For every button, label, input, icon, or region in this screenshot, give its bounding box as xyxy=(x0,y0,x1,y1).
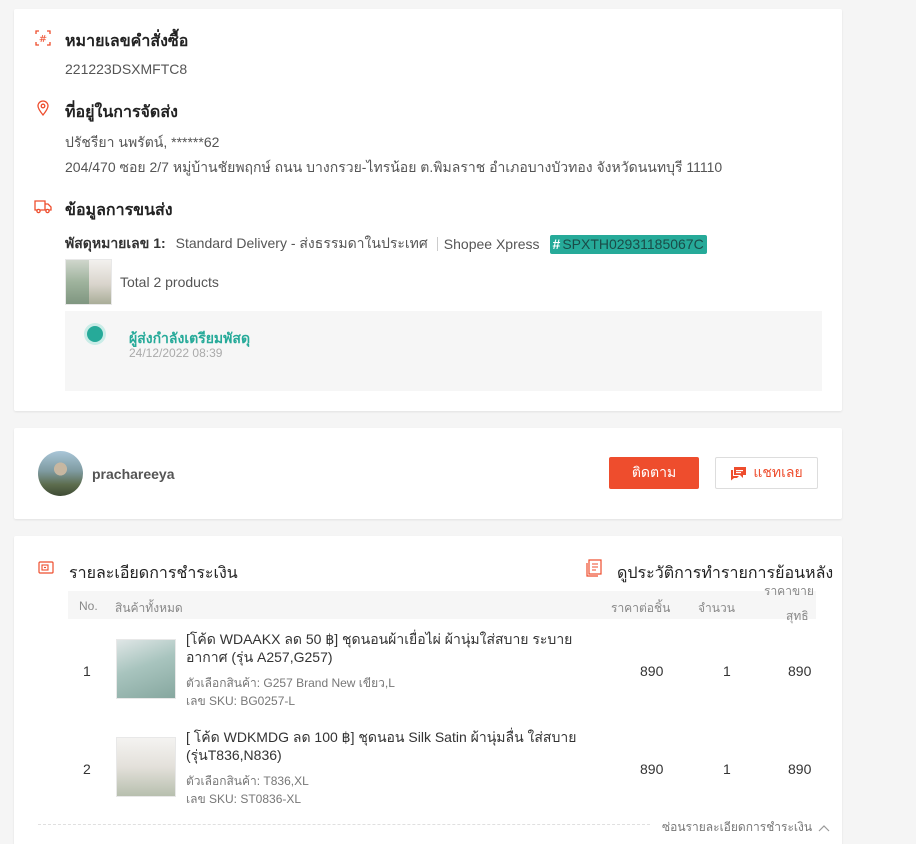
follow-button[interactable]: ติดตาม xyxy=(609,457,699,489)
product-option: ตัวเลือกสินค้า: T836,XL xyxy=(186,774,309,788)
quantity: 1 xyxy=(723,663,731,679)
truck-icon xyxy=(34,200,52,214)
recipient-name: ปรัชรียา นพรัตน์, ******62 xyxy=(65,134,220,150)
order-number-title: หมายเลขคำสั่งซื้อ xyxy=(65,33,189,50)
address-text: 204/470 ซอย 2/7 หมู่บ้านชัยพฤกษ์ ถนน บาง… xyxy=(65,159,723,175)
svg-text:#: # xyxy=(39,34,47,45)
tracking-code: SPXTH02931185067C xyxy=(562,236,704,252)
product-sku: เลข SKU: ST0836-XL xyxy=(186,792,302,806)
parcel-line: พัสดุหมายเลข 1: Standard Delivery - ส่งธ… xyxy=(65,233,707,255)
hash-icon: # xyxy=(35,30,51,46)
product-thumbnails[interactable] xyxy=(65,259,112,305)
divider xyxy=(38,824,650,825)
unit-price: 890 xyxy=(640,663,664,679)
parcel-service: Standard Delivery - ส่งธรรมดาในประเทศ xyxy=(175,235,428,251)
receipt-icon xyxy=(38,561,54,574)
chat-button-label: แชทเลย xyxy=(753,464,803,480)
status-dot-icon xyxy=(87,326,103,342)
net-price: 890 xyxy=(788,663,812,679)
seller-avatar[interactable] xyxy=(38,451,83,496)
tracking-number-badge[interactable]: # SPXTH02931185067C xyxy=(549,234,707,254)
status-timestamp: 24/12/2022 08:39 xyxy=(129,346,223,360)
table-header: No. สินค้าทั้งหมด ราคาต่อชิ้น จำนวน ราคา… xyxy=(68,584,816,623)
row-number: 1 xyxy=(83,663,91,679)
table-row: 2 [ โค้ด WDKMDG ลด 100 ฿] ชุดนอน Silk Sa… xyxy=(68,728,816,818)
row-number: 2 xyxy=(83,761,91,777)
product-name[interactable]: [โค้ด WDAAKX ลด 50 ฿] ชุดนอนผ้าเยื่อไผ่ … xyxy=(186,630,586,666)
product-image[interactable] xyxy=(116,737,176,797)
shipping-info-title: ข้อมูลการขนส่ง xyxy=(65,202,173,219)
shipping-address-title: ที่อยู่ในการจัดส่ง xyxy=(65,104,178,121)
unit-price: 890 xyxy=(640,761,664,777)
col-net-line1: ราคาขาย xyxy=(764,584,814,598)
location-pin-icon xyxy=(37,100,49,117)
hide-payment-details-link[interactable]: ซ่อนรายละเอียดการชำระเงิน xyxy=(662,818,830,837)
payment-details-title: รายละเอียดการชำระเงิน xyxy=(69,565,238,582)
document-history-icon[interactable] xyxy=(586,559,602,577)
order-info-card: # หมายเลขคำสั่งซื้อ 221223DSXMFTC8 ที่อย… xyxy=(14,9,842,411)
col-no: No. xyxy=(79,599,98,613)
chevron-up-icon xyxy=(818,824,830,831)
product-thumbnail xyxy=(88,260,111,304)
table-row: 1 [โค้ด WDAAKX ลด 50 ฿] ชุดนอนผ้าเยื่อไผ… xyxy=(68,630,816,720)
net-price: 890 xyxy=(788,761,812,777)
col-qty: จำนวน xyxy=(698,601,735,615)
parcel-carrier: Shopee Xpress xyxy=(443,236,540,252)
product-name[interactable]: [ โค้ด WDKMDG ลด 100 ฿] ชุดนอน Silk Sati… xyxy=(186,728,586,764)
product-option: ตัวเลือกสินค้า: G257 Brand New เขียว,L xyxy=(186,676,395,690)
separator xyxy=(436,237,438,251)
product-sku: เลข SKU: BG0257-L xyxy=(186,694,296,708)
product-thumbnail xyxy=(66,260,89,304)
payment-details-card: รายละเอียดการชำระเงิน ดูประวัติการทำรายก… xyxy=(14,536,842,844)
seller-name[interactable]: prachareeya xyxy=(92,466,175,482)
col-unit-price: ราคาต่อชิ้น xyxy=(611,601,671,615)
parcel-label: พัสดุหมายเลข 1: xyxy=(65,235,166,251)
total-products-label: Total 2 products xyxy=(120,274,219,290)
tracking-hash: # xyxy=(552,236,561,252)
col-product: สินค้าทั้งหมด xyxy=(115,601,183,615)
col-net-line2: สุทธิ xyxy=(786,609,809,623)
product-image[interactable] xyxy=(116,639,176,699)
tracking-status-box: ผู้ส่งกำลังเตรียมพัสดุ 24/12/2022 08:39 xyxy=(65,311,822,391)
quantity: 1 xyxy=(723,761,731,777)
seller-card: prachareeya ติดตาม แชทเลย xyxy=(14,428,842,519)
order-number-value: 221223DSXMFTC8 xyxy=(65,61,188,77)
hide-payment-details-label: ซ่อนรายละเอียดการชำระเงิน xyxy=(662,820,813,834)
chat-icon xyxy=(731,466,747,480)
chat-button[interactable]: แชทเลย xyxy=(715,457,818,489)
